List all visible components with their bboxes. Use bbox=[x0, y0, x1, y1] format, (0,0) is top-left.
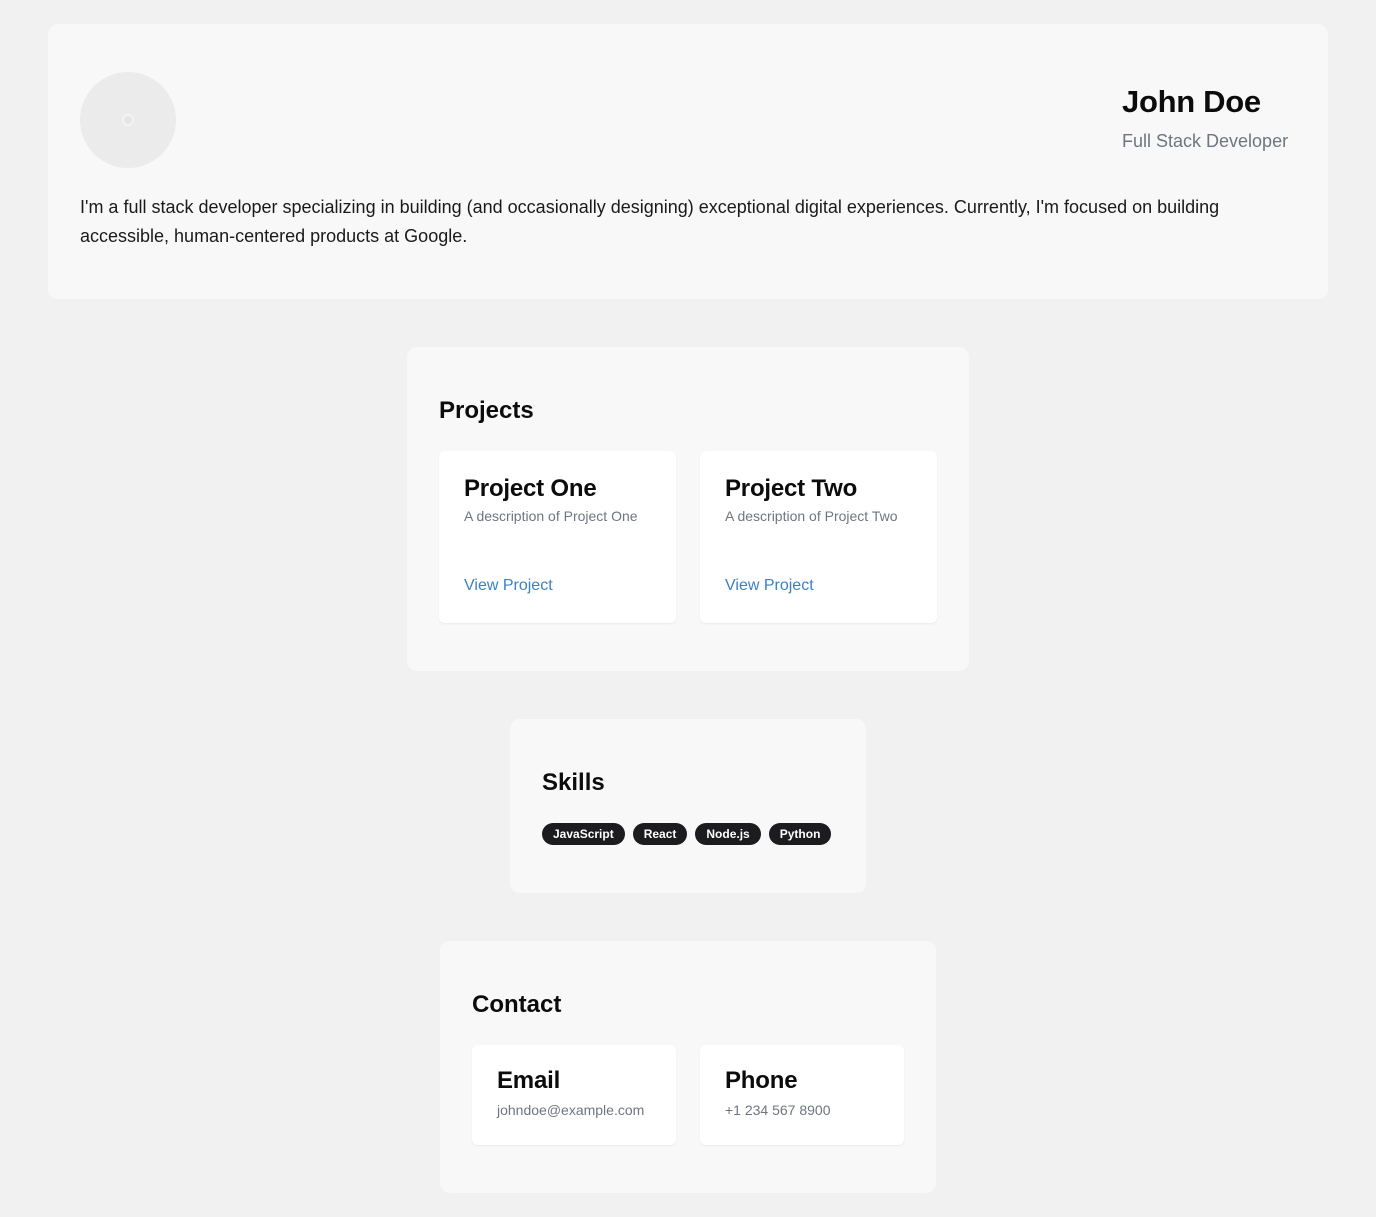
phone-card: Phone +1 234 567 8900 bbox=[700, 1045, 904, 1145]
view-project-link[interactable]: View Project bbox=[464, 577, 553, 595]
view-project-link[interactable]: View Project bbox=[725, 577, 814, 595]
profile-title: Full Stack Developer bbox=[1122, 131, 1289, 151]
skill-badge: Node.js bbox=[695, 823, 761, 845]
skill-badge: JavaScript bbox=[542, 823, 625, 845]
portfolio-page: John Doe Full Stack Developer I'm a full… bbox=[0, 0, 1376, 1217]
project-card: Project Two A description of Project Two… bbox=[700, 451, 937, 623]
project-description: A description of Project Two bbox=[725, 508, 898, 524]
profile-card: John Doe Full Stack Developer I'm a full… bbox=[48, 24, 1328, 299]
avatar bbox=[80, 72, 176, 168]
profile-bio: I'm a full stack developer specializing … bbox=[80, 197, 1220, 246]
project-title: Project One bbox=[464, 475, 597, 502]
contact-heading: Contact bbox=[472, 991, 562, 1018]
skills-section: Skills JavaScript React Node.js Python bbox=[510, 719, 866, 893]
skill-badge: Python bbox=[768, 823, 832, 845]
profile-name: John Doe bbox=[1122, 84, 1261, 119]
skill-badge: React bbox=[632, 823, 688, 845]
email-label: Email bbox=[497, 1067, 561, 1094]
phone-value[interactable]: +1 234 567 8900 bbox=[725, 1102, 831, 1118]
contact-section: Contact Email johndoe@example.com Phone … bbox=[440, 941, 936, 1193]
projects-heading: Projects bbox=[439, 397, 534, 424]
projects-section: Projects Project One A description of Pr… bbox=[407, 347, 969, 671]
email-value[interactable]: johndoe@example.com bbox=[497, 1102, 644, 1118]
project-card: Project One A description of Project One… bbox=[439, 451, 676, 623]
project-title: Project Two bbox=[725, 475, 858, 502]
skill-list: JavaScript React Node.js Python bbox=[542, 823, 832, 845]
project-description: A description of Project One bbox=[464, 508, 638, 524]
email-card: Email johndoe@example.com bbox=[472, 1045, 676, 1145]
skills-heading: Skills bbox=[542, 769, 605, 796]
avatar-placeholder-icon bbox=[122, 114, 134, 126]
phone-label: Phone bbox=[725, 1067, 798, 1094]
